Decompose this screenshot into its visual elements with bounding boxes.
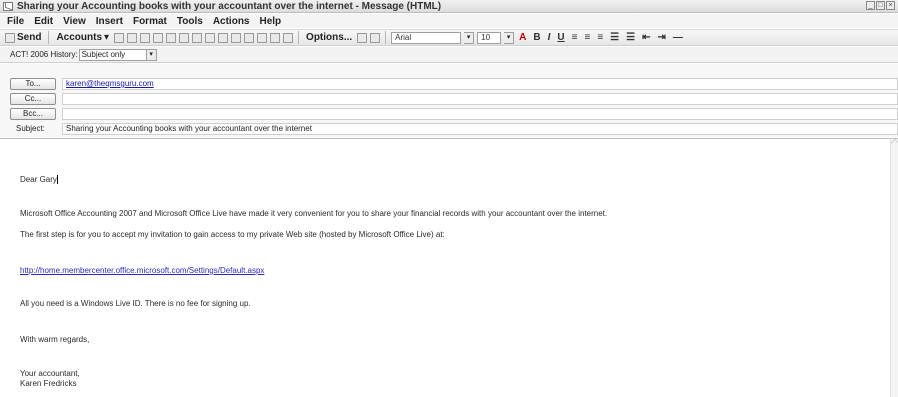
act-history-toolbar: ACT! 2006 History: Subject only ▾ xyxy=(0,47,898,63)
menu-tools[interactable]: Tools xyxy=(177,16,203,27)
title-bar: Sharing your Accounting books with your … xyxy=(0,0,898,13)
accounts-label: Accounts xyxy=(56,32,103,43)
maximize-icon[interactable]: □ xyxy=(876,1,885,10)
bold-icon[interactable]: B xyxy=(531,32,542,43)
minimize-icon[interactable]: _ xyxy=(866,1,875,10)
body-paragraph-1: Microsoft Office Accounting 2007 and Mic… xyxy=(20,209,608,218)
toolbar-separator xyxy=(48,31,50,44)
check-names-icon[interactable] xyxy=(192,32,203,43)
signature-line-2: Karen Fredricks xyxy=(20,379,77,388)
greeting-text: Dear Gary xyxy=(20,175,58,184)
menu-file[interactable]: File xyxy=(7,16,24,27)
menu-actions[interactable]: Actions xyxy=(213,16,250,27)
align-right-icon[interactable]: ≡ xyxy=(595,32,605,43)
attach-item-icon[interactable] xyxy=(205,32,216,43)
align-left-icon[interactable]: ≡ xyxy=(570,32,580,43)
signature-icon[interactable] xyxy=(218,32,229,43)
history-label: ACT! 2006 History: xyxy=(10,50,78,59)
font-size-select[interactable]: 10 xyxy=(477,31,502,44)
print-icon[interactable] xyxy=(283,32,294,43)
web-site-link[interactable]: http://home.membercenter.office.microsof… xyxy=(20,266,264,275)
attach-file-icon[interactable] xyxy=(127,32,138,43)
to-field[interactable]: karen@theqmsguru.com xyxy=(62,78,898,90)
text-cursor xyxy=(56,175,58,184)
help-icon[interactable] xyxy=(370,32,381,43)
message-header: To... karen@theqmsguru.com Cc... Bcc... … xyxy=(0,64,898,137)
menu-help[interactable]: Help xyxy=(259,16,281,27)
bcc-field[interactable] xyxy=(62,108,898,120)
message-body-editor[interactable]: Dear Gary Microsoft Office Accounting 20… xyxy=(0,138,898,397)
format-text-icon[interactable] xyxy=(357,32,368,43)
paste-icon[interactable] xyxy=(166,32,177,43)
body-paragraph-3: All you need is a Windows Live ID. There… xyxy=(20,299,251,308)
address-book-icon[interactable] xyxy=(179,32,190,43)
increase-indent-icon[interactable]: ⇥ xyxy=(656,32,668,43)
menu-format[interactable]: Format xyxy=(133,16,167,27)
cc-row: Cc... xyxy=(10,93,56,105)
bcc-button[interactable]: Bcc... xyxy=(10,108,56,120)
bullet-list-icon[interactable]: ☰ xyxy=(624,32,637,43)
options-label: Options... xyxy=(306,32,353,43)
copy-icon[interactable] xyxy=(153,32,164,43)
window-title: Sharing your Accounting books with your … xyxy=(17,0,442,12)
cc-button[interactable]: Cc... xyxy=(10,93,56,105)
subject-label: Subject: xyxy=(16,124,45,133)
high-importance-icon[interactable] xyxy=(244,32,255,43)
closing-text: With warm regards, xyxy=(20,335,90,344)
send-button[interactable]: Send xyxy=(3,31,43,45)
toolbar-separator xyxy=(385,31,387,44)
bcc-row: Bcc... xyxy=(10,108,56,120)
vertical-scrollbar[interactable] xyxy=(890,139,898,397)
decrease-indent-icon[interactable]: ⇤ xyxy=(640,32,652,43)
to-row: To... xyxy=(10,78,56,90)
cc-field[interactable] xyxy=(62,93,898,105)
menu-view[interactable]: View xyxy=(63,16,86,27)
chevron-down-icon[interactable]: ▾ xyxy=(504,31,515,44)
send-label: Send xyxy=(17,32,42,43)
to-button[interactable]: To... xyxy=(10,78,56,90)
close-icon[interactable]: × xyxy=(886,1,895,10)
subject-field[interactable]: Sharing your Accounting books with your … xyxy=(62,123,898,135)
greeting-value: Dear Gary xyxy=(20,175,57,184)
chevron-down-icon[interactable]: ▾ xyxy=(464,31,475,44)
save-icon[interactable] xyxy=(114,32,125,43)
toolbar-separator xyxy=(298,31,300,44)
permission-icon[interactable] xyxy=(231,32,242,43)
italic-icon[interactable]: I xyxy=(546,32,553,43)
message-icon xyxy=(3,1,13,11)
low-importance-icon[interactable] xyxy=(257,32,268,43)
body-paragraph-2: The first step is for you to accept my i… xyxy=(20,230,445,239)
font-color-icon[interactable]: A xyxy=(517,32,528,43)
accounts-button[interactable]: Accounts ▾ xyxy=(54,31,111,45)
send-icon xyxy=(5,32,15,43)
menu-insert[interactable]: Insert xyxy=(96,16,123,27)
window-controls: _ □ × xyxy=(866,1,895,10)
align-center-icon[interactable]: ≡ xyxy=(582,32,592,43)
cut-icon[interactable] xyxy=(140,32,151,43)
standard-toolbar: Send Accounts ▾ Options... Arial ▾ 10 ▾ … xyxy=(0,29,898,46)
history-select[interactable]: Subject only xyxy=(78,48,147,61)
flag-icon[interactable] xyxy=(270,32,281,43)
horizontal-line-icon[interactable]: — xyxy=(671,32,685,43)
font-name-select[interactable]: Arial xyxy=(391,31,462,44)
signature-line-1: Your accountant, xyxy=(20,369,80,378)
numbered-list-icon[interactable]: ☰ xyxy=(608,32,621,43)
menu-edit[interactable]: Edit xyxy=(34,16,53,27)
menu-bar: File Edit View Insert Format Tools Actio… xyxy=(0,14,898,28)
chevron-down-icon: ▾ xyxy=(104,32,110,43)
options-button[interactable]: Options... xyxy=(304,31,354,45)
underline-icon[interactable]: U xyxy=(555,32,566,43)
chevron-down-icon[interactable]: ▾ xyxy=(146,48,157,61)
